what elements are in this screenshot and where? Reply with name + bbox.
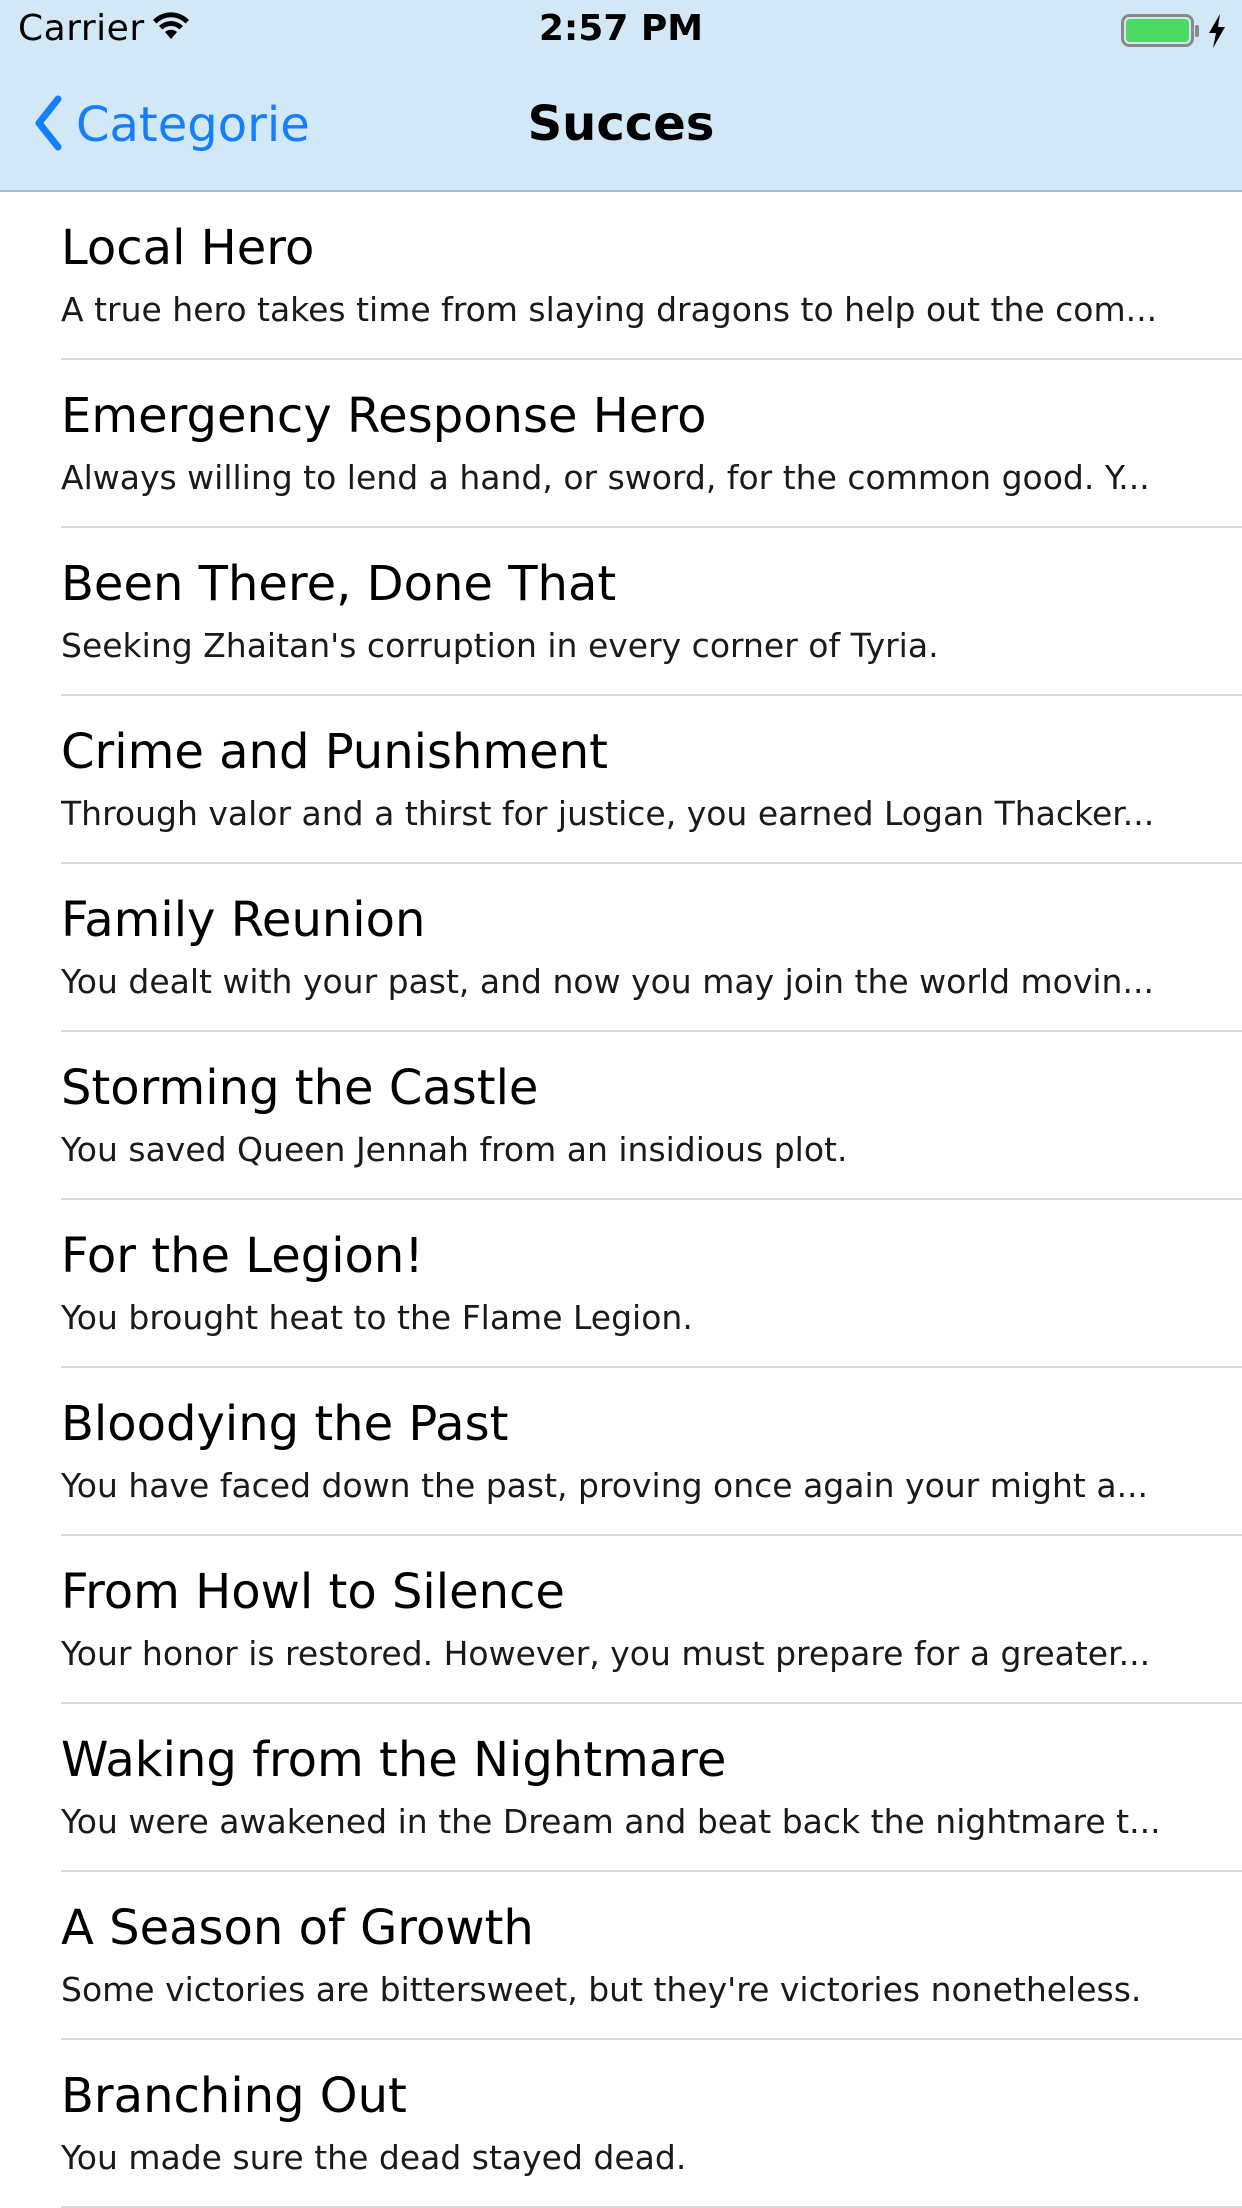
charging-bolt-icon: [1207, 14, 1227, 52]
status-time: 2:57 PM: [538, 8, 704, 49]
item-title: Branching Out: [61, 2068, 407, 2124]
status-bar: Carrier 2:57 PM: [0, 0, 1242, 60]
item-subtitle: You brought heat to the Flame Legion.: [61, 1298, 693, 1337]
list-item[interactable]: Bloodying the Past You have faced down t…: [0, 1368, 1242, 1536]
top-bar: Carrier 2:57 PM Categorie Succes: [0, 0, 1242, 192]
list-item[interactable]: A Season of Growth Some victories are bi…: [0, 1872, 1242, 2040]
item-subtitle: You have faced down the past, proving on…: [61, 1466, 1149, 1505]
list-item[interactable]: Waking from the Nightmare You were awake…: [0, 1704, 1242, 1872]
list-item[interactable]: Storming the Castle You saved Queen Jenn…: [0, 1032, 1242, 1200]
item-title: Waking from the Nightmare: [61, 1732, 727, 1788]
list-item[interactable]: Crime and Punishment Through valor and a…: [0, 696, 1242, 864]
item-title: Storming the Castle: [61, 1060, 539, 1116]
item-title: Been There, Done That: [61, 556, 617, 612]
item-subtitle: You were awakened in the Dream and beat …: [61, 1802, 1161, 1841]
item-title: Emergency Response Hero: [61, 388, 707, 444]
item-subtitle: Always willing to lend a hand, or sword,…: [61, 458, 1150, 497]
list-item[interactable]: Family Reunion You dealt with your past,…: [0, 864, 1242, 1032]
list-item[interactable]: For the Legion! You brought heat to the …: [0, 1200, 1242, 1368]
list-item[interactable]: Local Hero A true hero takes time from s…: [0, 192, 1242, 360]
achievements-list: Local Hero A true hero takes time from s…: [0, 192, 1242, 2208]
item-subtitle: You made sure the dead stayed dead.: [61, 2138, 687, 2177]
item-subtitle: Your honor is restored. However, you mus…: [61, 1634, 1151, 1673]
item-subtitle: A true hero takes time from slaying drag…: [61, 290, 1158, 329]
item-subtitle: Through valor and a thirst for justice, …: [61, 794, 1155, 833]
item-title: Bloodying the Past: [61, 1396, 509, 1452]
list-item[interactable]: Emergency Response Hero Always willing t…: [0, 360, 1242, 528]
list-item[interactable]: From Howl to Silence Your honor is resto…: [0, 1536, 1242, 1704]
battery-icon: [1121, 14, 1201, 52]
list-item[interactable]: Branching Out You made sure the dead sta…: [0, 2040, 1242, 2208]
navigation-bar: Categorie Succes: [0, 60, 1242, 192]
item-subtitle: You saved Queen Jennah from an insidious…: [61, 1130, 848, 1169]
item-subtitle: Some victories are bittersweet, but they…: [61, 1970, 1142, 2009]
item-title: Crime and Punishment: [61, 724, 608, 780]
item-title: A Season of Growth: [61, 1900, 534, 1956]
item-subtitle: You dealt with your past, and now you ma…: [61, 962, 1154, 1001]
item-title: Local Hero: [61, 220, 315, 276]
item-title: From Howl to Silence: [61, 1564, 565, 1620]
item-title: Family Reunion: [61, 892, 426, 948]
item-title: For the Legion!: [61, 1228, 424, 1284]
list-item[interactable]: Been There, Done That Seeking Zhaitan's …: [0, 528, 1242, 696]
page-title: Succes: [527, 96, 715, 152]
item-subtitle: Seeking Zhaitan's corruption in every co…: [61, 626, 939, 665]
